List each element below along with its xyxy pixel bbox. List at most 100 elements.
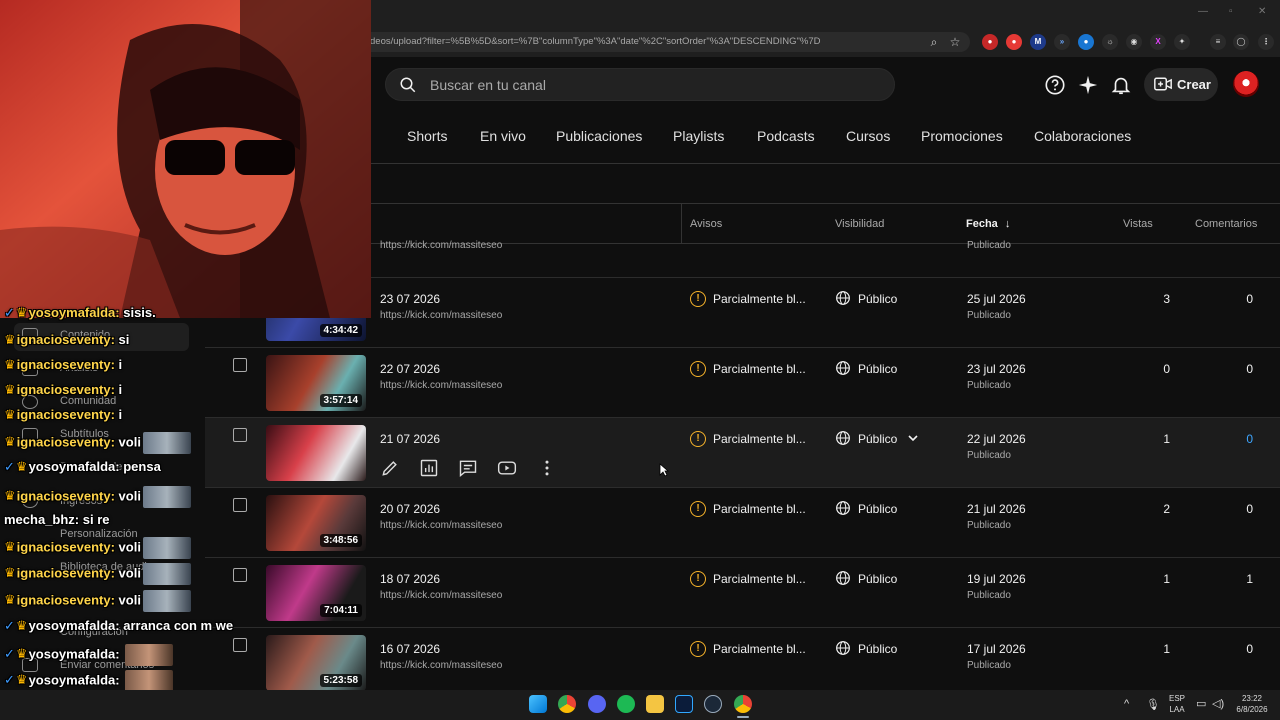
steam-icon[interactable] xyxy=(704,695,722,713)
language-bottom[interactable]: LAA xyxy=(1166,705,1188,714)
browser-menu-icon[interactable]: ⋮ xyxy=(1258,34,1274,50)
visibility-value[interactable]: Público xyxy=(858,642,897,656)
chat-username[interactable]: ignacioseventy: xyxy=(17,407,115,422)
clock-time[interactable]: 23:22 xyxy=(1230,694,1274,703)
chat-username[interactable]: ignacioseventy: xyxy=(17,382,115,397)
restriction-status[interactable]: Parcialmente bl... xyxy=(713,362,806,376)
chrome-profile-icon[interactable] xyxy=(734,695,752,713)
extension-abp-icon[interactable]: ● xyxy=(982,34,998,50)
restriction-status[interactable]: Parcialmente bl... xyxy=(713,502,806,516)
tab-podcasts[interactable]: Podcasts xyxy=(757,128,815,144)
video-title[interactable]: 22 07 2026 xyxy=(380,362,440,376)
visibility-value[interactable]: Público xyxy=(858,502,897,516)
chat-username[interactable]: yosoymafalda: xyxy=(29,305,120,320)
visibility-value[interactable]: Público xyxy=(858,362,897,376)
photoshop-icon[interactable] xyxy=(675,695,693,713)
chat-username[interactable]: yosoymafalda: xyxy=(29,618,120,633)
video-title[interactable]: 18 07 2026 xyxy=(380,572,440,586)
restriction-status[interactable]: Parcialmente bl... xyxy=(713,432,806,446)
chevron-down-icon[interactable] xyxy=(907,432,919,444)
table-row[interactable]: 3:48:56 20 07 2026 https://kick.com/massit… xyxy=(205,488,1280,558)
tab-live[interactable]: En vivo xyxy=(480,128,526,144)
extension-x-icon[interactable]: X xyxy=(1150,34,1166,50)
edit-icon[interactable] xyxy=(380,458,400,478)
microphone-icon[interactable]: 🎙 xyxy=(1146,698,1160,711)
table-row[interactable]: 3:57:14 22 07 2026 https://kick.com/massit… xyxy=(205,348,1280,418)
more-options-icon[interactable] xyxy=(537,458,557,478)
video-thumbnail[interactable]: 3:48:56 xyxy=(266,495,366,551)
video-title[interactable]: 20 07 2026 xyxy=(380,502,440,516)
column-comments[interactable]: Comentarios xyxy=(1195,218,1257,230)
extension-m-icon[interactable]: M xyxy=(1030,34,1046,50)
discord-icon[interactable] xyxy=(588,695,606,713)
chat-username[interactable]: ignacioseventy: xyxy=(17,434,115,449)
video-title[interactable]: 21 07 2026 xyxy=(380,432,440,446)
chat-username[interactable]: ignacioseventy: xyxy=(17,357,115,372)
minimize-icon[interactable]: — xyxy=(1198,6,1208,17)
tab-courses[interactable]: Cursos xyxy=(846,128,890,144)
bookmark-star-icon[interactable]: ☆ xyxy=(945,32,965,52)
playlist-icon[interactable]: ≡ xyxy=(1210,34,1226,50)
tab-promotions[interactable]: Promociones xyxy=(921,128,1003,144)
youtube-icon[interactable] xyxy=(497,458,517,478)
visibility-value[interactable]: Público xyxy=(858,292,897,306)
clock-date[interactable]: 6/8/2026 xyxy=(1230,705,1274,714)
chat-username[interactable]: yosoymafalda: xyxy=(29,646,120,661)
comments-count[interactable]: 0 xyxy=(1205,432,1253,446)
analytics-icon[interactable] xyxy=(419,458,439,478)
column-views[interactable]: Vistas xyxy=(1123,218,1153,230)
chrome-icon[interactable] xyxy=(558,695,576,713)
visibility-value[interactable]: Público xyxy=(858,432,897,446)
extension-red-icon[interactable]: ● xyxy=(1006,34,1022,50)
language-top[interactable]: ESP xyxy=(1166,694,1188,703)
create-button[interactable]: Crear xyxy=(1144,68,1218,101)
video-thumbnail[interactable] xyxy=(266,425,366,481)
extension-sound-icon[interactable]: » xyxy=(1054,34,1070,50)
channel-search[interactable] xyxy=(385,68,895,101)
close-icon[interactable]: ✕ xyxy=(1258,6,1266,17)
restriction-status[interactable]: Parcialmente bl... xyxy=(713,642,806,656)
chat-username[interactable]: mecha_bhz: xyxy=(4,512,79,527)
extension-sun-icon[interactable]: ☼ xyxy=(1102,34,1118,50)
chat-username[interactable]: ignacioseventy: xyxy=(17,539,115,554)
zoom-icon[interactable]: ⌕ xyxy=(924,32,944,52)
chat-username[interactable]: yosoymafalda: xyxy=(29,672,120,687)
table-row[interactable]: 7:04:11 18 07 2026 https://kick.com/massit… xyxy=(205,558,1280,628)
video-title[interactable]: 16 07 2026 xyxy=(380,642,440,656)
tab-playlists[interactable]: Playlists xyxy=(673,128,724,144)
visibility-value[interactable]: Público xyxy=(858,572,897,586)
extension-face-icon[interactable]: ◉ xyxy=(1126,34,1142,50)
avatar[interactable] xyxy=(1233,71,1259,97)
profile-icon[interactable]: ◯ xyxy=(1233,34,1249,50)
column-visibility[interactable]: Visibilidad xyxy=(835,218,884,230)
column-date[interactable]: Fecha ↓ xyxy=(966,218,1010,230)
start-icon[interactable] xyxy=(529,695,547,713)
chat-username[interactable]: ignacioseventy: xyxy=(17,488,115,503)
network-icon[interactable]: ▭ xyxy=(1196,697,1206,710)
search-input[interactable] xyxy=(430,69,870,100)
sparkle-icon[interactable] xyxy=(1077,74,1099,96)
address-bar[interactable]: deos/upload?filter=%5B%5D&sort=%7B"colum… xyxy=(330,32,970,52)
restriction-status[interactable]: Parcialmente bl... xyxy=(713,572,806,586)
tab-posts[interactable]: Publicaciones xyxy=(556,128,642,144)
volume-icon[interactable]: ◁) xyxy=(1212,697,1224,710)
chat-username[interactable]: yosoymafalda: xyxy=(29,459,120,474)
tray-chevron-icon[interactable]: ^ xyxy=(1124,698,1129,710)
chat-username[interactable]: ignacioseventy: xyxy=(17,565,115,580)
file-explorer-icon[interactable] xyxy=(646,695,664,713)
column-avisos[interactable]: Avisos xyxy=(690,218,722,230)
extension-blue-icon[interactable]: ● xyxy=(1078,34,1094,50)
video-title[interactable]: 23 07 2026 xyxy=(380,292,440,306)
help-icon[interactable] xyxy=(1044,74,1066,96)
spotify-icon[interactable] xyxy=(617,695,635,713)
notifications-icon[interactable] xyxy=(1110,74,1132,96)
tab-shorts[interactable]: Shorts xyxy=(407,128,447,144)
chat-username[interactable]: ignacioseventy: xyxy=(17,332,115,347)
table-row[interactable]: 21 07 2026! Parcialmente bl... Público 22 j… xyxy=(205,418,1280,488)
video-thumbnail[interactable]: 7:04:11 xyxy=(266,565,366,621)
video-thumbnail[interactable]: 3:57:14 xyxy=(266,355,366,411)
restriction-status[interactable]: Parcialmente bl... xyxy=(713,292,806,306)
video-thumbnail[interactable]: 5:23:58 xyxy=(266,635,366,691)
extensions-puzzle-icon[interactable]: ✦ xyxy=(1174,34,1190,50)
maximize-icon[interactable]: ▫ xyxy=(1229,6,1233,17)
